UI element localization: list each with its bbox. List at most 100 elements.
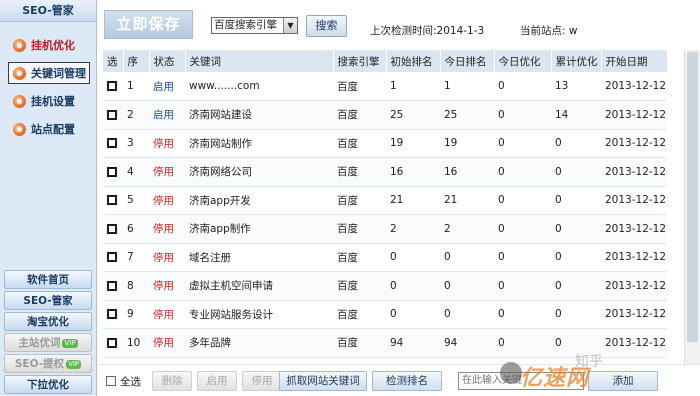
row-status-cell: 启用	[149, 100, 185, 130]
select-all-checkbox[interactable]	[106, 376, 116, 386]
row-engine-cell: 百度	[333, 328, 386, 358]
chevron-down-icon[interactable]: ▼	[283, 18, 297, 33]
row-today-opt: 0	[498, 308, 505, 321]
col-header-total-opt[interactable]: 累计优化	[551, 50, 602, 72]
link-taobao-optimize[interactable]: 淘宝优化	[4, 312, 92, 331]
row-index-cell: 6	[123, 214, 149, 244]
link-software-home[interactable]: 软件首页	[4, 270, 92, 289]
row-init-rank-cell: 16	[386, 157, 440, 187]
row-status-cell: 启用	[149, 72, 185, 101]
row-status: 停用	[153, 337, 174, 350]
search-button[interactable]: 搜索	[306, 15, 347, 37]
sidebar-item-label: 关键词管理	[31, 67, 86, 80]
col-header-init-rank[interactable]: 初始排名	[386, 50, 441, 72]
row-today-rank: 0	[444, 308, 451, 321]
row-keyword-cell: 济南网络公司	[185, 157, 333, 187]
table-row[interactable]: 5 停用 济南app开发 百度 21 21 0 0 2013-12-12	[103, 186, 667, 215]
row-checkbox[interactable]	[107, 252, 117, 263]
save-now-button[interactable]: 立即保存	[104, 10, 193, 39]
row-checkbox[interactable]	[107, 166, 117, 177]
row-keyword: 虚拟主机空间申请	[189, 280, 273, 293]
col-header-start-date[interactable]: 开始日期	[601, 50, 668, 72]
table-row[interactable]: 7 停用 域名注册 百度 0 0 0 0 2013-12-12	[103, 243, 667, 272]
current-site-value: w	[568, 25, 578, 37]
row-index-cell: 7	[123, 243, 149, 272]
col-header-select[interactable]: 选	[103, 50, 124, 72]
row-checkbox[interactable]	[107, 280, 117, 291]
row-today-opt: 0	[498, 222, 505, 235]
row-keyword-cell: 专业网站服务设计	[185, 300, 333, 329]
col-header-keyword[interactable]: 关键词	[185, 50, 334, 72]
row-today-opt-cell: 0	[494, 271, 551, 301]
watermark-zhihu: 知乎	[575, 354, 603, 370]
link-main-site-optimize[interactable]: 主站优词 VIP	[4, 333, 92, 352]
delete-button[interactable]: 删除	[152, 371, 192, 391]
row-checkbox[interactable]	[107, 309, 117, 320]
sidebar-item-site-config[interactable]: 站点配置	[8, 118, 90, 140]
row-checkbox-cell	[103, 157, 123, 187]
row-total-opt-cell: 0	[551, 271, 601, 301]
row-checkbox[interactable]	[107, 81, 117, 91]
row-today-rank-cell: 1	[440, 72, 494, 101]
scrollbar-thumb[interactable]	[687, 52, 698, 342]
col-header-today-opt[interactable]: 今日优化	[494, 50, 552, 72]
col-header-status[interactable]: 状态	[149, 50, 186, 72]
row-status: 停用	[153, 194, 174, 207]
col-header-today-rank[interactable]: 今日排名	[440, 50, 495, 72]
row-checkbox[interactable]	[107, 223, 117, 234]
vertical-scrollbar[interactable]	[684, 50, 700, 364]
row-index-cell: 8	[123, 271, 149, 301]
link-seo-boost[interactable]: SEO-提权 VIP	[4, 354, 92, 373]
link-dropdown-optimize[interactable]: 下拉优化	[4, 375, 92, 394]
row-total-opt-cell: 0	[551, 300, 601, 329]
row-total-opt: 0	[555, 165, 562, 178]
table-row[interactable]: 8 停用 虚拟主机空间申请 百度 0 0 0 0 2013-12-12	[103, 271, 667, 301]
row-init-rank-cell: 2	[386, 214, 440, 244]
row-today-rank-cell: 21	[440, 186, 494, 215]
row-total-opt: 14	[555, 108, 569, 121]
table-row[interactable]: 3 停用 济南网站制作 百度 19 19 0 0 2013-12-12	[103, 129, 667, 158]
row-keyword-cell: 济南网站制作	[185, 129, 333, 158]
table-row[interactable]: 1 启用 www.......com 百度 1 1 0 13 2013-12-12	[103, 72, 667, 101]
table-row[interactable]: 4 停用 济南网络公司 百度 16 16 0 0 2013-12-12	[103, 157, 667, 187]
table-row[interactable]: 9 停用 专业网站服务设计 百度 0 0 0 0 2013-12-12	[103, 300, 667, 329]
row-status: 停用	[153, 308, 174, 321]
row-index: 1	[127, 80, 134, 92]
sidebar-item-hangup-settings[interactable]: 挂机设置	[8, 90, 90, 112]
table-row[interactable]: 6 停用 济南app制作 百度 2 2 0 0 2013-12-12	[103, 214, 667, 244]
link-seo-manager[interactable]: SEO-管家	[4, 291, 92, 310]
row-today-rank-cell: 16	[440, 157, 494, 187]
col-header-index[interactable]: 序	[123, 50, 150, 72]
sidebar-title: SEO-管家	[0, 0, 96, 22]
sidebar-item-keyword-manage[interactable]: 关键词管理	[8, 62, 90, 84]
row-engine: 百度	[337, 308, 358, 321]
row-init-rank-cell: 0	[386, 243, 440, 272]
row-today-opt: 0	[498, 251, 505, 264]
col-header-engine[interactable]: 搜索引擎	[333, 50, 387, 72]
sidebar-item-hangup-optimize[interactable]: 挂机优化	[8, 34, 90, 56]
row-start-date-cell: 2013-12-12	[601, 129, 667, 158]
row-engine: 百度	[337, 109, 358, 122]
search-engine-select[interactable]: 百度搜索引擎 ▼	[211, 17, 298, 34]
row-today-rank: 21	[444, 194, 458, 207]
add-button[interactable]: 添加	[588, 371, 658, 391]
enable-button[interactable]: 启用	[197, 371, 237, 391]
row-checkbox[interactable]	[107, 195, 117, 206]
row-status-cell: 停用	[149, 300, 185, 329]
row-checkbox[interactable]	[107, 337, 117, 348]
row-total-opt: 0	[555, 222, 562, 235]
row-status-cell: 停用	[149, 186, 185, 215]
row-today-opt: 0	[498, 336, 505, 349]
row-index-cell: 2	[123, 100, 149, 130]
row-start-date-cell: 2013-12-12	[601, 300, 667, 329]
row-total-opt-cell: 0	[551, 129, 601, 158]
orange-circle-icon	[13, 38, 26, 52]
last-check-value: 2014-1-3	[436, 25, 485, 37]
row-engine-cell: 百度	[333, 129, 386, 158]
fetch-site-keywords-button[interactable]: 抓取网站关键词	[279, 371, 367, 391]
disable-button[interactable]: 停用	[242, 371, 282, 391]
row-checkbox[interactable]	[107, 138, 117, 149]
detect-rank-button[interactable]: 检测排名	[372, 371, 442, 391]
row-checkbox[interactable]	[107, 109, 117, 120]
table-row[interactable]: 2 启用 济南网站建设 百度 25 25 0 14 2013-12-12	[103, 100, 667, 130]
